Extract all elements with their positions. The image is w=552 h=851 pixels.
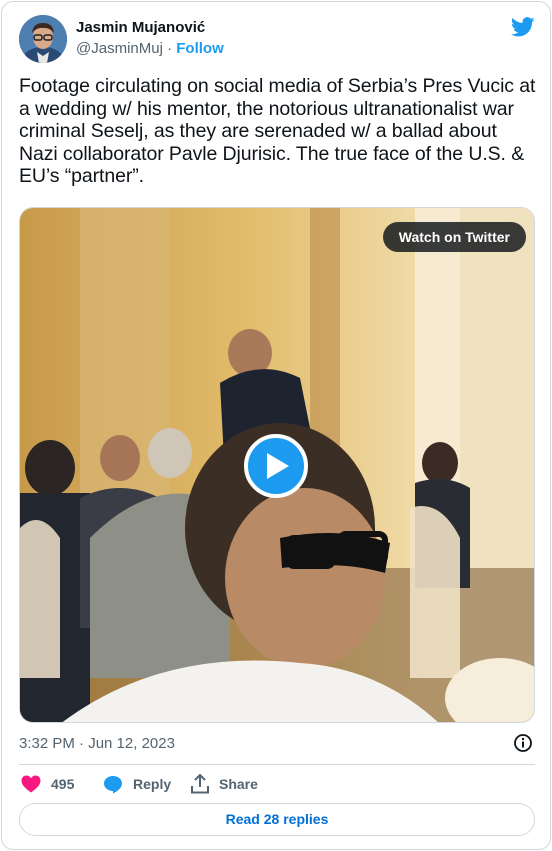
separator-dot: · bbox=[167, 40, 173, 57]
like-count: 495 bbox=[51, 776, 75, 792]
share-label: Share bbox=[219, 776, 258, 792]
heart-icon bbox=[21, 775, 41, 793]
read-replies-button[interactable]: Read 28 replies bbox=[19, 803, 535, 836]
play-button[interactable] bbox=[244, 434, 308, 498]
like-button[interactable]: 495 bbox=[21, 772, 74, 796]
author-name[interactable]: Jasmin Mujanović bbox=[76, 19, 205, 36]
watch-on-twitter-button[interactable]: Watch on Twitter bbox=[382, 222, 526, 252]
info-icon[interactable] bbox=[513, 733, 533, 753]
tweet-card: Jasmin Mujanović @JasminMuj · Follow Foo… bbox=[1, 1, 551, 850]
video-player[interactable]: Watch on Twitter bbox=[19, 207, 535, 723]
tweet-header: Jasmin Mujanović @JasminMuj · Follow bbox=[19, 15, 535, 67]
author-handle-row: @JasminMuj · Follow bbox=[76, 40, 224, 57]
timestamp-row: 3:32 PM · Jun 12, 2023 bbox=[19, 732, 535, 756]
reply-button[interactable]: Reply bbox=[103, 772, 171, 796]
play-icon bbox=[267, 453, 289, 479]
tweet-actions: 495 Reply Share bbox=[19, 772, 535, 796]
divider bbox=[19, 764, 535, 765]
reply-bubble-icon bbox=[104, 775, 122, 793]
share-icon bbox=[191, 774, 209, 794]
follow-button[interactable]: Follow bbox=[176, 40, 224, 57]
twitter-bird-icon[interactable] bbox=[511, 17, 535, 37]
tweet-text: Footage circulating on social media of S… bbox=[19, 75, 536, 188]
reply-label: Reply bbox=[133, 776, 172, 792]
tweet-timestamp[interactable]: 3:32 PM · Jun 12, 2023 bbox=[19, 735, 175, 752]
author-handle[interactable]: @JasminMuj bbox=[76, 40, 163, 57]
avatar[interactable] bbox=[19, 15, 67, 63]
share-button[interactable]: Share bbox=[191, 772, 258, 796]
